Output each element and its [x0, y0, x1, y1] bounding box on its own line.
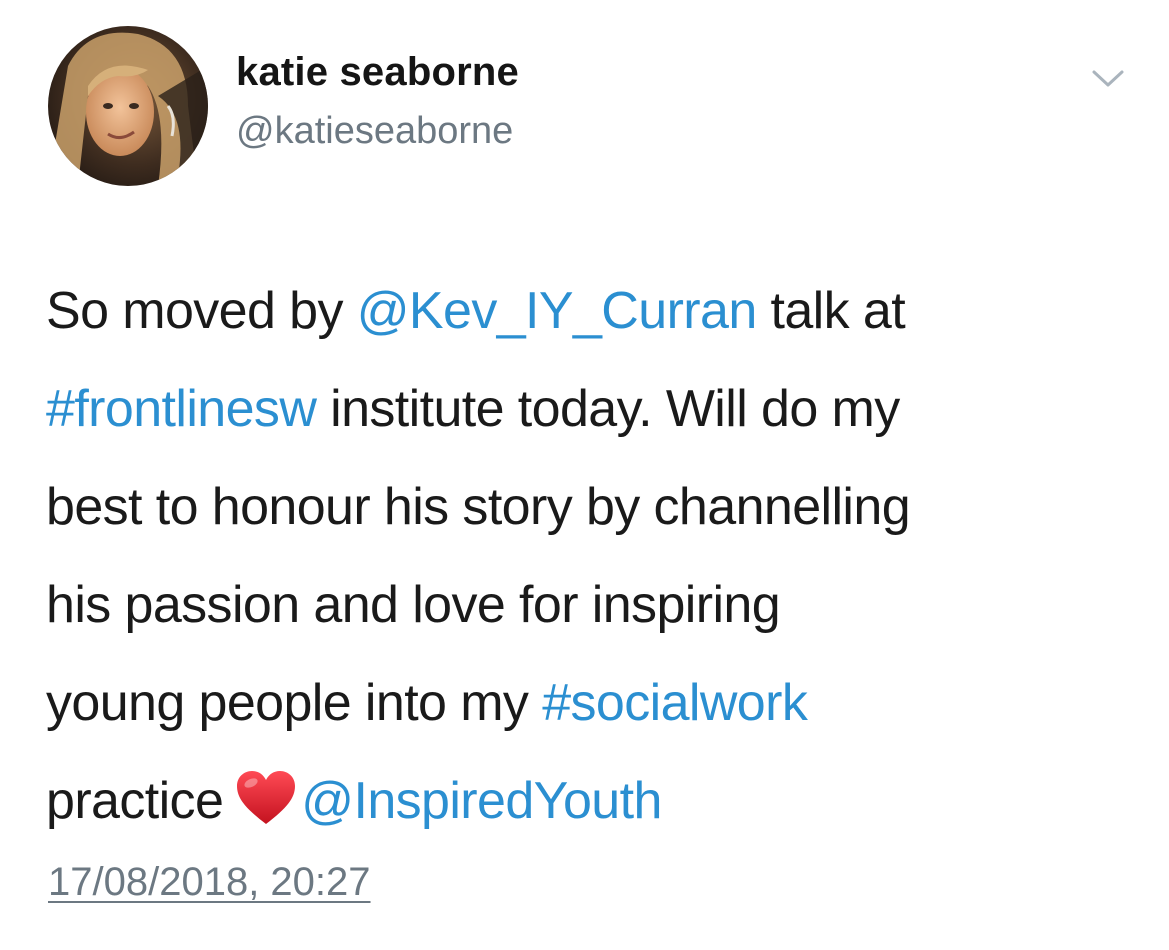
tweet-text-segment: his passion and love for inspiring	[46, 576, 781, 634]
tweet-line: practice @InspiredYouth	[46, 752, 1146, 850]
tweet-text-segment: talk at	[756, 282, 906, 340]
tweet-text: So moved by @Kev_IY_Curran talk at #fron…	[46, 262, 1146, 850]
chevron-down-icon[interactable]	[1088, 64, 1128, 92]
author-handle[interactable]: @katieseaborne	[236, 110, 513, 153]
avatar[interactable]	[48, 26, 208, 186]
mention-link[interactable]: @InspiredYouth	[301, 772, 662, 830]
avatar-photo	[48, 26, 208, 186]
hashtag-link[interactable]: #frontlinesw	[46, 380, 317, 438]
tweet-line: So moved by @Kev_IY_Curran talk at	[46, 262, 1146, 360]
mention-link[interactable]: @Kev_IY_Curran	[357, 282, 758, 340]
tweet-card: katie seaborne @katieseaborne So moved b…	[0, 0, 1169, 950]
tweet-line: his passion and love for inspiring	[46, 556, 1146, 654]
tweet-text-segment: young people into my	[46, 674, 543, 732]
tweet-line: best to honour his story by channelling	[46, 458, 1146, 556]
tweet-line: #frontlinesw institute today. Will do my	[46, 360, 1146, 458]
tweet-text-segment: So moved by	[46, 282, 357, 340]
tweet-text-segment: best to honour his story by channelling	[46, 478, 911, 536]
hashtag-link[interactable]: #socialwork	[542, 674, 808, 732]
tweet-line: young people into my #socialwork	[46, 654, 1146, 752]
tweet-timestamp[interactable]: 17/08/2018, 20:27	[48, 860, 371, 905]
tweet-text-segment: practice	[46, 772, 224, 830]
heart-emoji-icon	[235, 760, 297, 824]
tweet-text-segment: institute today. Will do my	[316, 380, 900, 438]
author-display-name[interactable]: katie seaborne	[236, 50, 519, 95]
